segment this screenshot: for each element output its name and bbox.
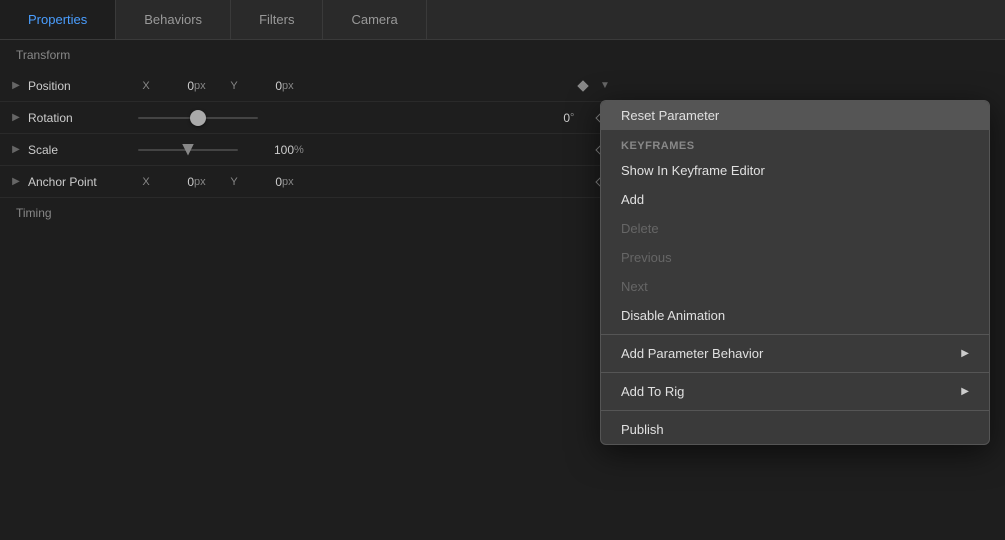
transform-section-header: Transform [0, 40, 620, 70]
menu-item-arrow-add-parameter-behavior: ▶ [961, 348, 969, 359]
menu-item-delete: Delete [601, 214, 989, 243]
tab-camera-label: Camera [351, 12, 397, 27]
position-disclosure[interactable]: ▶ [8, 78, 24, 94]
rotation-disclosure[interactable]: ▶ [8, 110, 24, 126]
anchor-point-label: Anchor Point [28, 175, 138, 189]
menu-item-label-disable-animation: Disable Animation [621, 308, 725, 323]
menu-item-show-in-keyframe-editor[interactable]: Show In Keyframe Editor [601, 156, 989, 185]
tab-camera[interactable]: Camera [323, 0, 426, 39]
anchor-y-unit: px [282, 176, 306, 188]
menu-item-label-next: Next [621, 279, 648, 294]
menu-item-label-add-parameter-behavior: Add Parameter Behavior [621, 346, 763, 361]
menu-section-keyframes-section: KEYFRAMES [601, 130, 989, 156]
menu-item-label-delete: Delete [621, 221, 659, 236]
menu-divider [601, 410, 989, 411]
menu-item-add[interactable]: Add [601, 185, 989, 214]
menu-item-previous: Previous [601, 243, 989, 272]
rotation-unit: ° [570, 112, 594, 124]
scale-value[interactable]: 100 [254, 143, 294, 157]
menu-item-reset-parameter[interactable]: Reset Parameter [601, 101, 989, 130]
position-y-value[interactable]: 0 [242, 79, 282, 93]
position-chevron-btn[interactable]: ▼ [598, 79, 612, 93]
position-x-value[interactable]: 0 [154, 79, 194, 93]
menu-item-label-add-to-rig: Add To Rig [621, 384, 684, 399]
position-keyframe-btn[interactable] [576, 79, 590, 93]
menu-divider [601, 372, 989, 373]
tab-properties-label: Properties [28, 12, 87, 27]
scale-unit: % [294, 144, 318, 156]
menu-item-add-parameter-behavior[interactable]: Add Parameter Behavior ▶ [601, 339, 989, 368]
rotation-row: ▶ Rotation 0 ° [0, 102, 620, 134]
rotation-slider[interactable] [138, 108, 514, 128]
menu-item-label-reset-parameter: Reset Parameter [621, 108, 719, 123]
menu-item-publish[interactable]: Publish [601, 415, 989, 444]
scale-slider[interactable] [138, 149, 238, 151]
scale-label: Scale [28, 143, 138, 157]
scale-disclosure[interactable]: ▶ [8, 142, 24, 158]
properties-panel: Transform ▶ Position X 0 px Y 0 px ▼ ▶ R… [0, 40, 620, 228]
anchor-y-value[interactable]: 0 [242, 175, 282, 189]
tab-properties[interactable]: Properties [0, 0, 116, 39]
anchor-x-value[interactable]: 0 [154, 175, 194, 189]
menu-item-label-show-in-keyframe-editor: Show In Keyframe Editor [621, 163, 765, 178]
tab-filters[interactable]: Filters [231, 0, 323, 39]
menu-item-label-add: Add [621, 192, 644, 207]
timing-section-header: Timing [0, 198, 620, 228]
rotation-label: Rotation [28, 111, 138, 125]
tab-bar: Properties Behaviors Filters Camera [0, 0, 1005, 40]
rotation-value[interactable]: 0 [530, 111, 570, 125]
position-x-unit: px [194, 80, 218, 92]
menu-divider [601, 334, 989, 335]
anchor-x-label: X [138, 176, 154, 188]
position-label: Position [28, 79, 138, 93]
menu-item-label-previous: Previous [621, 250, 672, 265]
position-y-unit: px [282, 80, 306, 92]
position-row: ▶ Position X 0 px Y 0 px ▼ [0, 70, 620, 102]
menu-item-add-to-rig[interactable]: Add To Rig ▶ [601, 377, 989, 406]
menu-item-next: Next [601, 272, 989, 301]
tab-behaviors[interactable]: Behaviors [116, 0, 231, 39]
position-y-label: Y [226, 80, 242, 92]
menu-item-label-publish: Publish [621, 422, 664, 437]
menu-item-disable-animation[interactable]: Disable Animation [601, 301, 989, 330]
position-x-label: X [138, 80, 154, 92]
menu-item-arrow-add-to-rig: ▶ [961, 386, 969, 397]
context-menu: Reset Parameter KEYFRAMES Show In Keyframe… [600, 100, 990, 445]
anchor-point-row: ▶ Anchor Point X 0 px Y 0 px [0, 166, 620, 198]
anchor-y-label: Y [226, 176, 242, 188]
tab-behaviors-label: Behaviors [144, 12, 202, 27]
tab-filters-label: Filters [259, 12, 294, 27]
anchor-x-unit: px [194, 176, 218, 188]
anchor-point-disclosure[interactable]: ▶ [8, 174, 24, 190]
scale-row: ▶ Scale 100 % [0, 134, 620, 166]
